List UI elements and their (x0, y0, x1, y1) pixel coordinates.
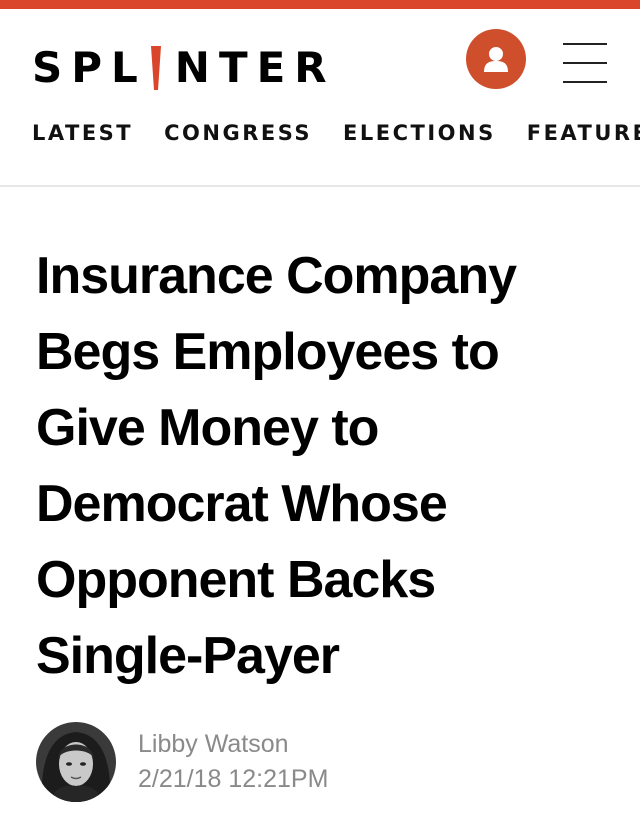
nav-item-elections[interactable]: ELECTIONS (343, 121, 496, 145)
avatar-portrait (36, 722, 116, 802)
section-nav: LATEST CONGRESS ELECTIONS FEATURES (32, 121, 640, 145)
account-button[interactable] (466, 29, 526, 89)
author-name[interactable]: Libby Watson (138, 727, 328, 761)
hamburger-menu-icon[interactable] (563, 43, 607, 83)
logo-text-right: NTER (174, 43, 336, 92)
site-header: SPL NTER LATEST CONGRESS ELECTIONS FEATU… (0, 9, 640, 187)
logo-text-left: SPL (32, 43, 147, 92)
article-headline: Insurance Company Begs Employees to Give… (36, 247, 517, 685)
logo-i-mark (150, 46, 161, 90)
byline-text: Libby Watson 2/21/18 12:21PM (138, 727, 328, 797)
user-icon (484, 47, 508, 72)
splinter-logo[interactable]: SPL NTER (32, 41, 336, 95)
menu-line-top (563, 43, 607, 45)
menu-line-bottom (563, 81, 607, 83)
menu-line-middle (563, 62, 607, 64)
page: SPL NTER LATEST CONGRESS ELECTIONS FEATU… (0, 0, 640, 816)
byline: Libby Watson 2/21/18 12:21PM (36, 722, 328, 802)
nav-item-congress[interactable]: CONGRESS (164, 121, 312, 145)
author-avatar[interactable] (36, 722, 116, 802)
publish-timestamp[interactable]: 2/21/18 12:21PM (138, 761, 328, 797)
nav-item-features[interactable]: FEATURES (527, 121, 640, 145)
top-accent-bar (0, 0, 640, 9)
nav-item-latest[interactable]: LATEST (32, 121, 133, 145)
